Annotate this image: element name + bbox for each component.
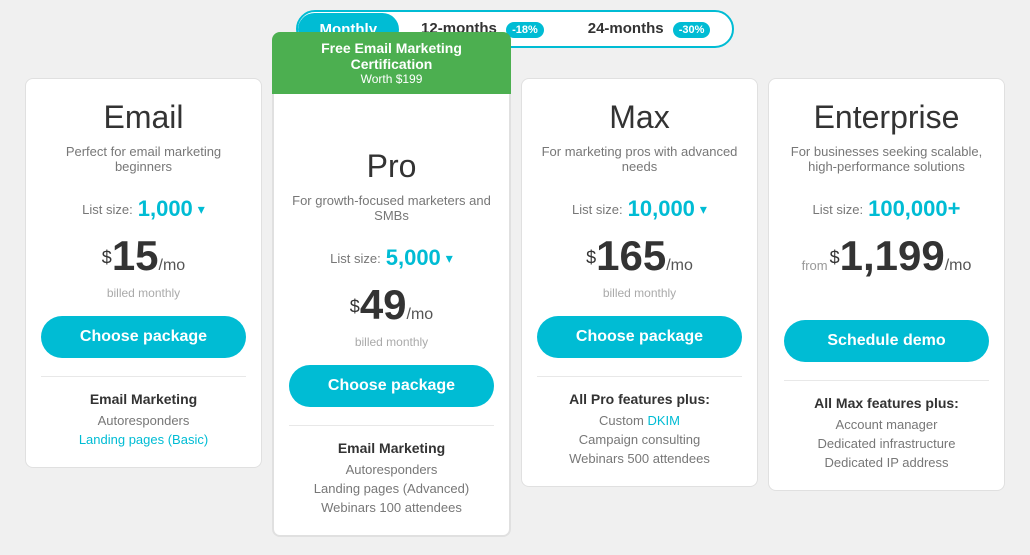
dkim-link[interactable]: DKIM [647,413,680,428]
plans-container: Email Perfect for email marketing beginn… [20,78,1010,537]
plan-desc-pro: For growth-focused marketers and SMBs [289,193,494,231]
list-size-row-max: List size: 10,000 ▾ [537,196,742,222]
price-sup-max: $ [586,248,596,268]
price-main-enterprise: 1,199 [840,232,945,279]
plan-card-email: Email Perfect for email marketing beginn… [25,78,262,468]
feature-autoresponders-pro: Autoresponders [289,462,494,477]
list-size-row-email: List size: 1,000 ▾ [41,196,246,222]
list-size-label-enterprise: List size: [813,202,864,217]
list-size-row-enterprise: List size: 100,000+ [784,196,989,222]
features-enterprise: All Max features plus: Account manager D… [784,395,989,470]
plan-desc-enterprise: For businesses seeking scalable, high-pe… [784,144,989,182]
list-size-value-email: 1,000 [138,196,193,222]
price-sup-email: $ [102,248,112,268]
features-max: All Pro features plus: Custom DKIM Campa… [537,391,742,466]
billed-note-pro: billed monthly [289,335,494,349]
list-size-label-pro: List size: [330,251,381,266]
feature-dkim-max: Custom DKIM [537,413,742,428]
price-prefix-enterprise: from [802,258,828,273]
list-size-dropdown-pro[interactable]: ▾ [446,250,453,267]
feature-landing-pages-pro: Landing pages (Advanced) [289,481,494,496]
plan-name-pro: Pro [289,148,494,185]
billed-note-email: billed monthly [41,286,246,300]
feature-heading-enterprise: All Max features plus: [784,395,989,411]
plan-name-enterprise: Enterprise [784,99,989,136]
promo-sub-pro: Worth $199 [282,72,501,86]
feature-heading-max: All Pro features plus: [537,391,742,407]
feature-heading-email: Email Marketing [41,391,246,407]
list-size-label-max: List size: [572,202,623,217]
price-main-email: 15 [112,232,159,279]
feature-account-manager-enterprise: Account manager [784,417,989,432]
features-email: Email Marketing Autoresponders Landing p… [41,391,246,447]
choose-package-max[interactable]: Choose package [537,316,742,358]
price-row-enterprise: from$1,199/mo [784,232,989,280]
features-pro: Email Marketing Autoresponders Landing p… [289,440,494,515]
list-size-value-pro: 5,000 [386,245,441,271]
plan-name-email: Email [41,99,246,136]
price-row-email: $15/mo [41,232,246,280]
price-row-pro: $49/mo [289,281,494,329]
promo-title-pro: Free Email Marketing Certification [282,40,501,72]
choose-package-email[interactable]: Choose package [41,316,246,358]
list-size-dropdown-max[interactable]: ▾ [700,201,707,218]
feature-heading-pro: Email Marketing [289,440,494,456]
price-sup-enterprise: $ [830,248,840,268]
feature-dedicated-ip-enterprise: Dedicated IP address [784,455,989,470]
choose-package-pro[interactable]: Choose package [289,365,494,407]
feature-landing-pages-email[interactable]: Landing pages (Basic) [41,432,246,447]
schedule-demo-enterprise[interactable]: Schedule demo [784,320,989,362]
price-main-pro: 49 [360,281,407,328]
billed-note-max: billed monthly [537,286,742,300]
feature-webinars-pro: Webinars 100 attendees [289,500,494,515]
feature-webinars-max: Webinars 500 attendees [537,451,742,466]
price-per-pro: /mo [407,306,434,323]
list-size-row-pro: List size: 5,000 ▾ [289,245,494,271]
list-size-value-max: 10,000 [628,196,695,222]
price-per-enterprise: /mo [945,257,972,274]
plan-desc-email: Perfect for email marketing beginners [41,144,246,182]
promo-banner-pro: Free Email Marketing Certification Worth… [272,32,511,94]
plan-card-enterprise: Enterprise For businesses seeking scalab… [768,78,1005,491]
price-per-max: /mo [666,257,693,274]
price-per-email: /mo [159,257,186,274]
billing-option-24months[interactable]: 24-months -30% [566,12,733,46]
feature-autoresponders-email: Autoresponders [41,413,246,428]
list-size-label-email: List size: [82,202,133,217]
price-row-max: $165/mo [537,232,742,280]
plan-card-pro: Free Email Marketing Certification Worth… [272,78,511,537]
billed-note-enterprise [784,286,989,304]
plan-card-max: Max For marketing pros with advanced nee… [521,78,758,487]
feature-consulting-max: Campaign consulting [537,432,742,447]
list-size-value-enterprise: 100,000+ [868,196,960,222]
price-sup-pro: $ [350,297,360,317]
discount-badge-24months: -30% [673,22,711,38]
plan-name-max: Max [537,99,742,136]
price-main-max: 165 [596,232,666,279]
feature-dedicated-infra-enterprise: Dedicated infrastructure [784,436,989,451]
plan-desc-max: For marketing pros with advanced needs [537,144,742,182]
list-size-dropdown-email[interactable]: ▾ [198,201,205,218]
discount-badge-12months: -18% [506,22,544,38]
